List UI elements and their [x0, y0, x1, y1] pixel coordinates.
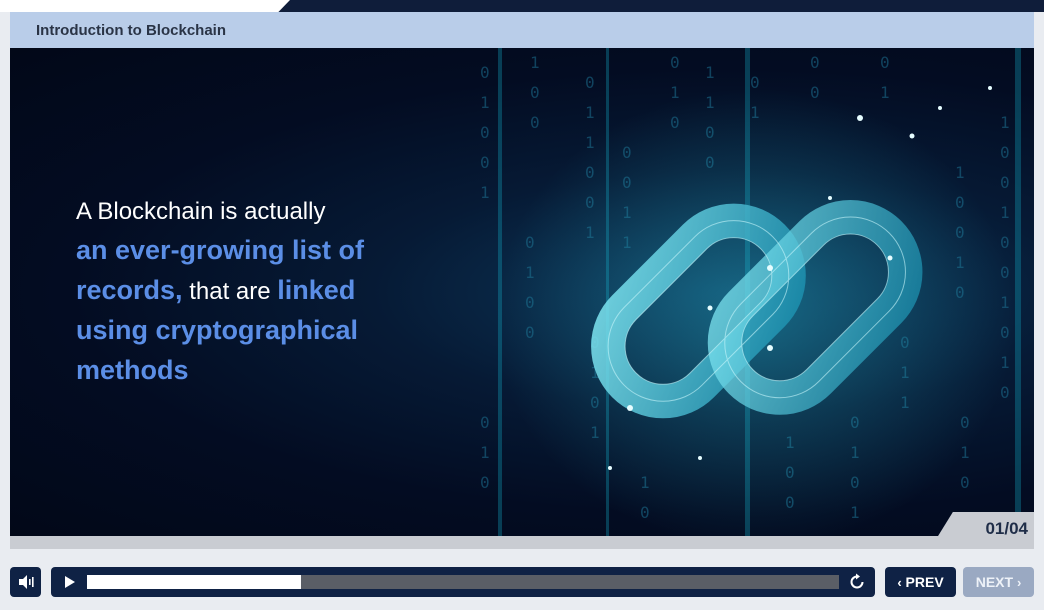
chevron-right-icon: ›	[1016, 574, 1022, 590]
svg-text:0: 0	[585, 73, 595, 92]
svg-text:1: 1	[880, 83, 890, 102]
course-header: Introduction to Blockchain	[10, 12, 1034, 48]
svg-text:1: 1	[1000, 203, 1010, 222]
replay-button[interactable]	[847, 572, 867, 592]
slide-headline: A Blockchain is actually an ever-growing…	[76, 192, 416, 391]
logo-tab	[0, 0, 290, 12]
play-icon	[65, 576, 75, 588]
progress-bar[interactable]	[87, 575, 839, 589]
course-title: Introduction to Blockchain	[36, 21, 226, 39]
media-player-bar	[51, 567, 875, 597]
svg-text:1: 1	[705, 63, 715, 82]
prev-button-label: PREV	[905, 574, 944, 590]
slide-text-intro: A Blockchain is actually	[76, 198, 326, 225]
svg-text:0: 0	[810, 53, 820, 72]
svg-text:1: 1	[585, 103, 595, 122]
svg-text:1: 1	[480, 93, 490, 112]
svg-text:0: 0	[1000, 173, 1010, 192]
svg-text:0: 0	[1000, 143, 1010, 162]
svg-text:1: 1	[480, 443, 490, 462]
replay-icon	[850, 573, 864, 589]
volume-button[interactable]	[10, 567, 41, 597]
volume-icon	[18, 575, 34, 589]
svg-text:0: 0	[530, 83, 540, 102]
chevron-left-icon: ‹	[897, 574, 902, 590]
play-button[interactable]	[59, 573, 79, 591]
svg-text:0: 0	[480, 63, 490, 82]
svg-text:0: 0	[670, 53, 680, 72]
progress-fill	[87, 575, 302, 589]
svg-text:0: 0	[880, 53, 890, 72]
svg-text:0: 0	[530, 113, 540, 132]
svg-text:0: 0	[480, 153, 490, 172]
svg-text:0: 0	[960, 473, 970, 492]
svg-text:1: 1	[530, 53, 540, 72]
slide-footer-strip	[10, 536, 1034, 549]
svg-text:0: 0	[480, 123, 490, 142]
prev-button[interactable]: ‹ PREV	[885, 567, 956, 597]
svg-text:1: 1	[1000, 113, 1010, 132]
next-button[interactable]: NEXT ›	[963, 567, 1034, 597]
svg-text:0: 0	[480, 473, 490, 492]
svg-text:0: 0	[480, 413, 490, 432]
svg-text:1: 1	[480, 183, 490, 202]
slide-text-middle: that are	[182, 278, 278, 305]
page-counter: 01/04	[985, 519, 1028, 538]
next-button-label: NEXT	[975, 574, 1014, 590]
slide-area: 01001 100 011001 0011 010 1100 01 00 01 …	[10, 48, 1034, 536]
